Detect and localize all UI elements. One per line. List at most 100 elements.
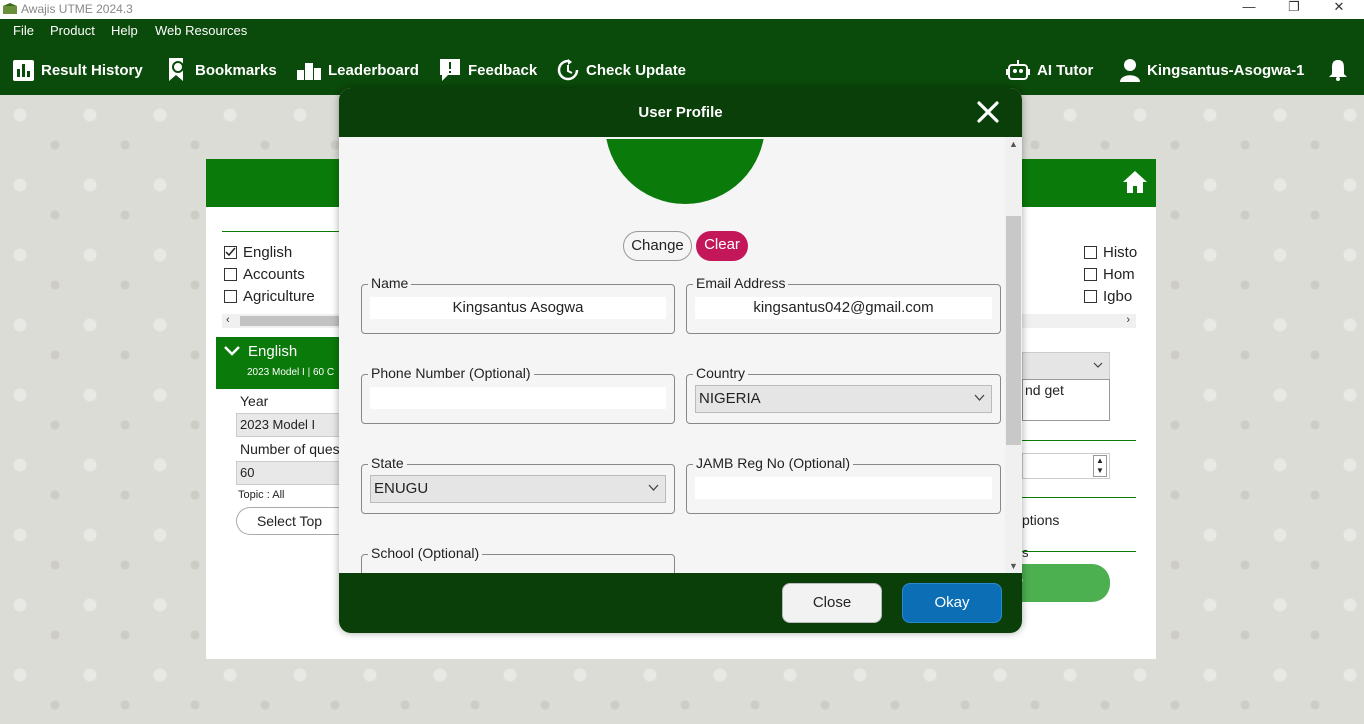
num-questions-label: Number of ques [240,441,340,457]
ai-tutor-label: AI Tutor [1037,61,1094,79]
phone-label: Phone Number (Optional) [368,365,534,381]
ai-tutor-button[interactable]: AI Tutor [1006,57,1093,83]
change-photo-button[interactable]: Change [623,231,692,261]
school-label: School (Optional) [368,545,483,561]
user-icon [1120,59,1140,82]
checkbox-history[interactable] [1084,246,1097,259]
okay-button[interactable]: Okay [902,583,1002,623]
menu-file[interactable]: File [13,23,34,38]
check-update-button[interactable]: Check Update [557,57,686,83]
country-select[interactable]: NIGERIA [695,385,992,413]
clear-photo-button[interactable]: Clear [696,231,748,261]
dialog-header: User Profile [339,88,1022,137]
subjects-scrollbar-right[interactable]: › [1022,314,1136,328]
right-select[interactable] [1022,352,1110,380]
bookmarks-button[interactable]: Bookmarks [166,57,277,83]
jamb-input[interactable] [695,477,992,499]
divider [1022,551,1136,552]
state-label: State [368,455,407,471]
school-field: School (Optional) [361,545,675,573]
select-topic-button[interactable]: Select Top [236,507,342,535]
close-icon[interactable] [976,100,1000,124]
bookmark-icon [169,58,184,81]
options-text: ptions [1022,512,1060,528]
right-info-text: nd get [1025,382,1064,398]
subject-agriculture[interactable]: Agriculture [224,288,315,305]
user-name-label: Kingsantus-Asogwa-1 [1147,61,1305,79]
divider [222,231,340,232]
subject-home[interactable]: Hom [1084,266,1135,283]
scroll-right-arrow-icon[interactable]: › [1126,314,1130,326]
subject-igbo[interactable]: Igbo [1084,288,1132,305]
subject-accounts[interactable]: Accounts [224,266,305,283]
feedback-icon [440,59,460,81]
name-label: Name [368,275,412,291]
checkbox-agriculture[interactable] [224,290,237,303]
close-button[interactable]: Close [782,583,882,623]
result-history-button[interactable]: Result History [13,57,143,83]
checkbox-home[interactable] [1084,268,1097,281]
chevron-down-icon [648,484,659,491]
right-text: s [1022,545,1029,560]
subject-label: Agriculture [243,288,315,305]
phone-input[interactable] [370,387,666,409]
selected-subject-row[interactable]: English 2023 Model I | 60 C [216,337,346,389]
state-select[interactable]: ENUGU [370,475,666,503]
right-stepper[interactable]: ▲ ▼ [1022,453,1110,479]
subject-label: Accounts [243,266,305,283]
subject-english[interactable]: English [224,244,292,261]
window-close-button[interactable]: ✕ [1316,0,1362,19]
checkbox-igbo[interactable] [1084,290,1097,303]
num-questions-input[interactable]: 60 [236,461,342,485]
state-value: ENUGU [374,480,429,497]
minimize-button[interactable]: — [1226,0,1272,19]
checkbox-accounts[interactable] [224,268,237,281]
chevron-down-icon [974,394,985,401]
menu-product[interactable]: Product [50,23,95,38]
menu-help[interactable]: Help [111,23,138,38]
home-icon[interactable] [1122,169,1148,195]
bar-chart-icon [13,59,34,81]
subject-history[interactable]: Histo [1084,244,1137,261]
subject-label: Hom [1103,266,1135,283]
email-input[interactable]: kingsantus042@gmail.com [695,297,992,319]
refresh-icon [557,59,579,81]
okay-button-label: Okay [934,594,970,611]
stepper-arrows-icon[interactable]: ▲ ▼ [1093,455,1107,477]
bookmarks-label: Bookmarks [195,61,277,79]
feedback-button[interactable]: Feedback [439,57,537,83]
scroll-down-arrow-icon[interactable]: ▼ [1009,561,1018,571]
year-value: 2023 Model I [240,417,316,432]
scroll-up-arrow-icon[interactable]: ▲ [1009,139,1018,149]
change-label: Change [631,237,684,254]
phone-field: Phone Number (Optional) [361,365,675,424]
jamb-label: JAMB Reg No (Optional) [693,455,854,471]
email-label: Email Address [693,275,789,291]
country-label: Country [693,365,749,381]
restore-button[interactable]: ❐ [1271,0,1317,19]
checkbox-english[interactable] [224,246,237,259]
notifications-button[interactable] [1328,57,1355,83]
leaderboard-button[interactable]: Leaderboard [297,57,419,83]
user-profile-dialog: User Profile Change Clear Name Kingsantu… [339,88,1022,633]
scroll-thumb[interactable] [240,316,340,326]
app-logo-icon [3,3,17,14]
name-input[interactable]: Kingsantus Asogwa [370,297,666,319]
num-questions-value: 60 [240,465,255,480]
year-select[interactable]: 2023 Model I [236,413,342,437]
menu-web-resources[interactable]: Web Resources [155,23,247,38]
robot-icon [1006,60,1030,80]
subjects-scrollbar-left[interactable]: ‹ [222,314,340,328]
dialog-scrollbar[interactable]: ▲ ▼ [1005,137,1022,573]
selected-subject-sub: 2023 Model I | 60 C [247,367,335,378]
year-label: Year [240,393,269,409]
scroll-thumb[interactable] [1006,216,1021,445]
clear-label: Clear [704,236,740,253]
scroll-left-arrow-icon[interactable]: ‹ [226,314,230,326]
podium-icon [297,63,321,80]
check-update-label: Check Update [586,61,687,79]
user-account-button[interactable]: Kingsantus-Asogwa-1 [1120,57,1305,83]
jamb-field: JAMB Reg No (Optional) [686,455,1001,514]
select-topic-label: Select Top [256,513,323,529]
subject-label: Histo [1103,244,1138,261]
